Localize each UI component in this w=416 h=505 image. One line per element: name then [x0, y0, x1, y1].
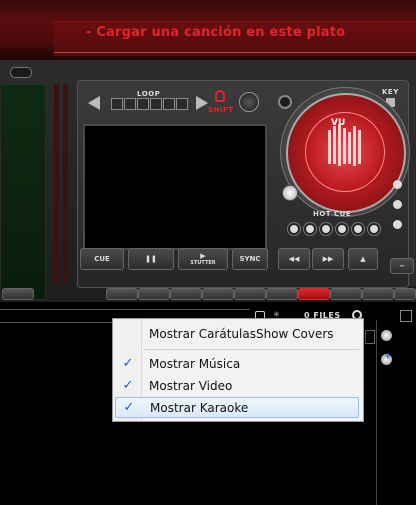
deck-tab[interactable] [2, 288, 34, 300]
platter-pin[interactable] [282, 185, 298, 201]
deck-tab-active[interactable] [298, 288, 330, 300]
vu-bar [358, 130, 361, 164]
vu-bar [343, 128, 346, 164]
side-dot[interactable] [393, 200, 402, 209]
deck-tab[interactable] [202, 288, 234, 300]
vu-bar [338, 124, 341, 166]
browser-column-divider [376, 320, 377, 505]
hot-cue-button-5[interactable] [352, 223, 364, 235]
deck-tab[interactable] [138, 288, 170, 300]
hot-cue-button-2[interactable] [304, 223, 316, 235]
eject-button[interactable]: ▲ [348, 248, 378, 270]
menu-item-label: Mostrar Música [149, 356, 241, 371]
pitch-strip-right[interactable] [63, 84, 68, 284]
status-underline [54, 52, 416, 53]
vu-bar [353, 126, 356, 166]
plus-icon: + [384, 352, 392, 362]
hot-cue-button-3[interactable] [320, 223, 332, 235]
vu-bar [348, 132, 351, 164]
sync-button[interactable]: SYNC [232, 248, 268, 270]
menu-item-show-video[interactable]: ✓ Mostrar Video [115, 375, 359, 396]
hot-cue-button-1[interactable] [288, 223, 300, 235]
shift-lock-icon[interactable] [215, 90, 225, 102]
menu-item-show-covers[interactable]: Mostrar CarátulasShow Covers [115, 323, 359, 344]
vu-bar [328, 130, 331, 164]
menu-item-label: Mostrar CarátulasShow Covers [149, 326, 334, 341]
deck-tab[interactable] [234, 288, 266, 300]
play-pause-button[interactable]: ❚❚ [128, 248, 174, 270]
load-song-message: - Cargar una canción en este plato [86, 25, 346, 40]
check-icon: ✓ [123, 400, 135, 415]
hot-cue-button-4[interactable] [336, 223, 348, 235]
deck-tab[interactable] [362, 288, 394, 300]
loop-prev-icon[interactable] [88, 96, 100, 110]
deck-tab[interactable] [106, 288, 138, 300]
hot-cue-button-6[interactable] [368, 223, 380, 235]
menu-item-label: Mostrar Karaoke [150, 400, 249, 415]
loop-cell[interactable] [137, 98, 149, 110]
loop-label: LOOP [137, 90, 161, 98]
hot-cue-label: HOT CUE [313, 210, 352, 218]
key-label: KEY [382, 88, 399, 96]
deck-tab[interactable] [330, 288, 362, 300]
forward-button[interactable]: ▶▶ [312, 248, 344, 270]
loop-cell[interactable] [150, 98, 162, 110]
side-dot[interactable] [393, 220, 402, 229]
rewind-button[interactable]: ◀◀ [278, 248, 310, 270]
loop-cell[interactable] [176, 98, 188, 110]
stutter-label: STUTTER [190, 260, 216, 266]
small-indicator[interactable] [278, 95, 292, 109]
loop-cell[interactable] [163, 98, 175, 110]
deck-tab[interactable] [266, 288, 298, 300]
play-icon: ▶ [200, 252, 206, 260]
deck-status-bar: - Cargar una canción en este plato [0, 0, 416, 60]
video-screen [83, 124, 267, 250]
gain-knob[interactable] [239, 92, 259, 112]
menu-separator [143, 349, 359, 350]
minus-button[interactable]: − [390, 258, 414, 274]
deck-tab[interactable] [170, 288, 202, 300]
menu-item-label: Mostrar Video [149, 378, 233, 393]
vu-bar [333, 126, 336, 164]
check-icon: ✓ [122, 356, 134, 371]
loop-cell[interactable] [111, 98, 123, 110]
cue-button[interactable]: CUE [80, 248, 124, 270]
side-dot[interactable] [393, 180, 402, 189]
loop-cell[interactable] [124, 98, 136, 110]
checkbox-icon[interactable] [400, 310, 412, 322]
stutter-button[interactable]: ▶ STUTTER [178, 248, 228, 270]
context-menu: Mostrar CarátulasShow Covers ✓ Mostrar M… [112, 318, 364, 422]
menu-item-show-karaoke[interactable]: ✓ Mostrar Karaoke [115, 397, 359, 418]
shift-label: SHIFT [208, 106, 234, 114]
cd-icon[interactable] [381, 330, 392, 341]
pitch-strip-left[interactable] [54, 84, 59, 284]
check-icon: ✓ [122, 378, 134, 393]
left-waveform-panel [0, 84, 46, 300]
loop-next-icon[interactable] [196, 96, 208, 110]
menu-item-show-music[interactable]: ✓ Mostrar Música [115, 353, 359, 374]
scroll-box[interactable] [365, 330, 375, 344]
deck-tab[interactable] [394, 288, 416, 300]
toggle-pill[interactable] [10, 67, 32, 78]
